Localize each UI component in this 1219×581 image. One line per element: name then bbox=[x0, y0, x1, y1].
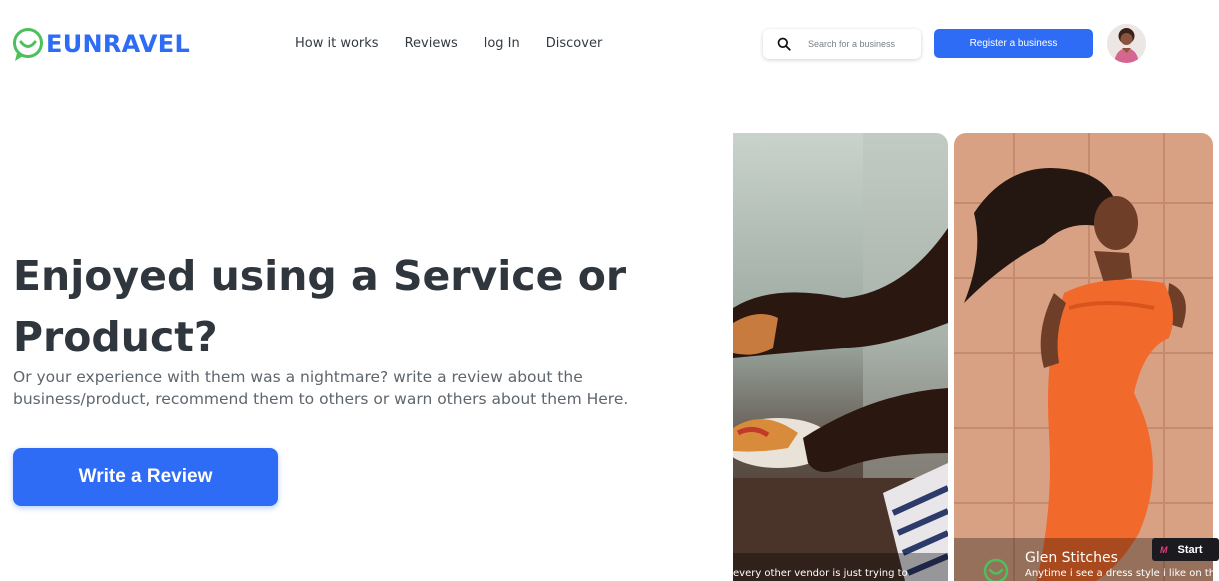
nav-how-it-works[interactable]: How it works bbox=[295, 36, 379, 51]
search-input[interactable] bbox=[808, 39, 918, 49]
main-nav: How it works Reviews log In Discover bbox=[295, 36, 602, 51]
card-caption: every other vendor is just trying to bbox=[733, 568, 908, 579]
user-avatar[interactable] bbox=[1107, 24, 1146, 63]
review-card-fashion[interactable]: Glen Stitches Anytime i see a dress styl… bbox=[954, 133, 1213, 581]
hero-title: Enjoyed using a Service or Product? bbox=[13, 252, 627, 361]
hero-subtitle: Or your experience with them was a night… bbox=[13, 368, 629, 408]
fashion-photo bbox=[954, 133, 1213, 581]
nav-discover[interactable]: Discover bbox=[546, 36, 603, 51]
brand-name: EUNRAVEL bbox=[46, 30, 191, 58]
review-card-food[interactable]: every other vendor is just trying to bbox=[733, 133, 948, 581]
nav-reviews[interactable]: Reviews bbox=[405, 36, 458, 51]
write-review-button[interactable]: Write a Review bbox=[13, 448, 278, 506]
chat-smile-icon bbox=[982, 557, 1010, 581]
search-box[interactable] bbox=[763, 29, 921, 59]
widget-logo-icon: M bbox=[1160, 544, 1168, 555]
nav-login[interactable]: log In bbox=[484, 36, 520, 51]
start-widget-button[interactable]: M Start bbox=[1152, 538, 1219, 561]
search-icon[interactable] bbox=[777, 37, 791, 51]
reviewer-name: Glen Stitches bbox=[1025, 550, 1118, 566]
register-business-button[interactable]: Register a business bbox=[934, 29, 1093, 58]
card-caption: Anytime i see a dress style i like on th bbox=[1025, 568, 1213, 579]
chat-smile-icon bbox=[12, 26, 44, 62]
brand-logo[interactable]: EUNRAVEL bbox=[12, 24, 190, 64]
food-photo bbox=[733, 133, 948, 581]
start-label: Start bbox=[1177, 543, 1203, 556]
